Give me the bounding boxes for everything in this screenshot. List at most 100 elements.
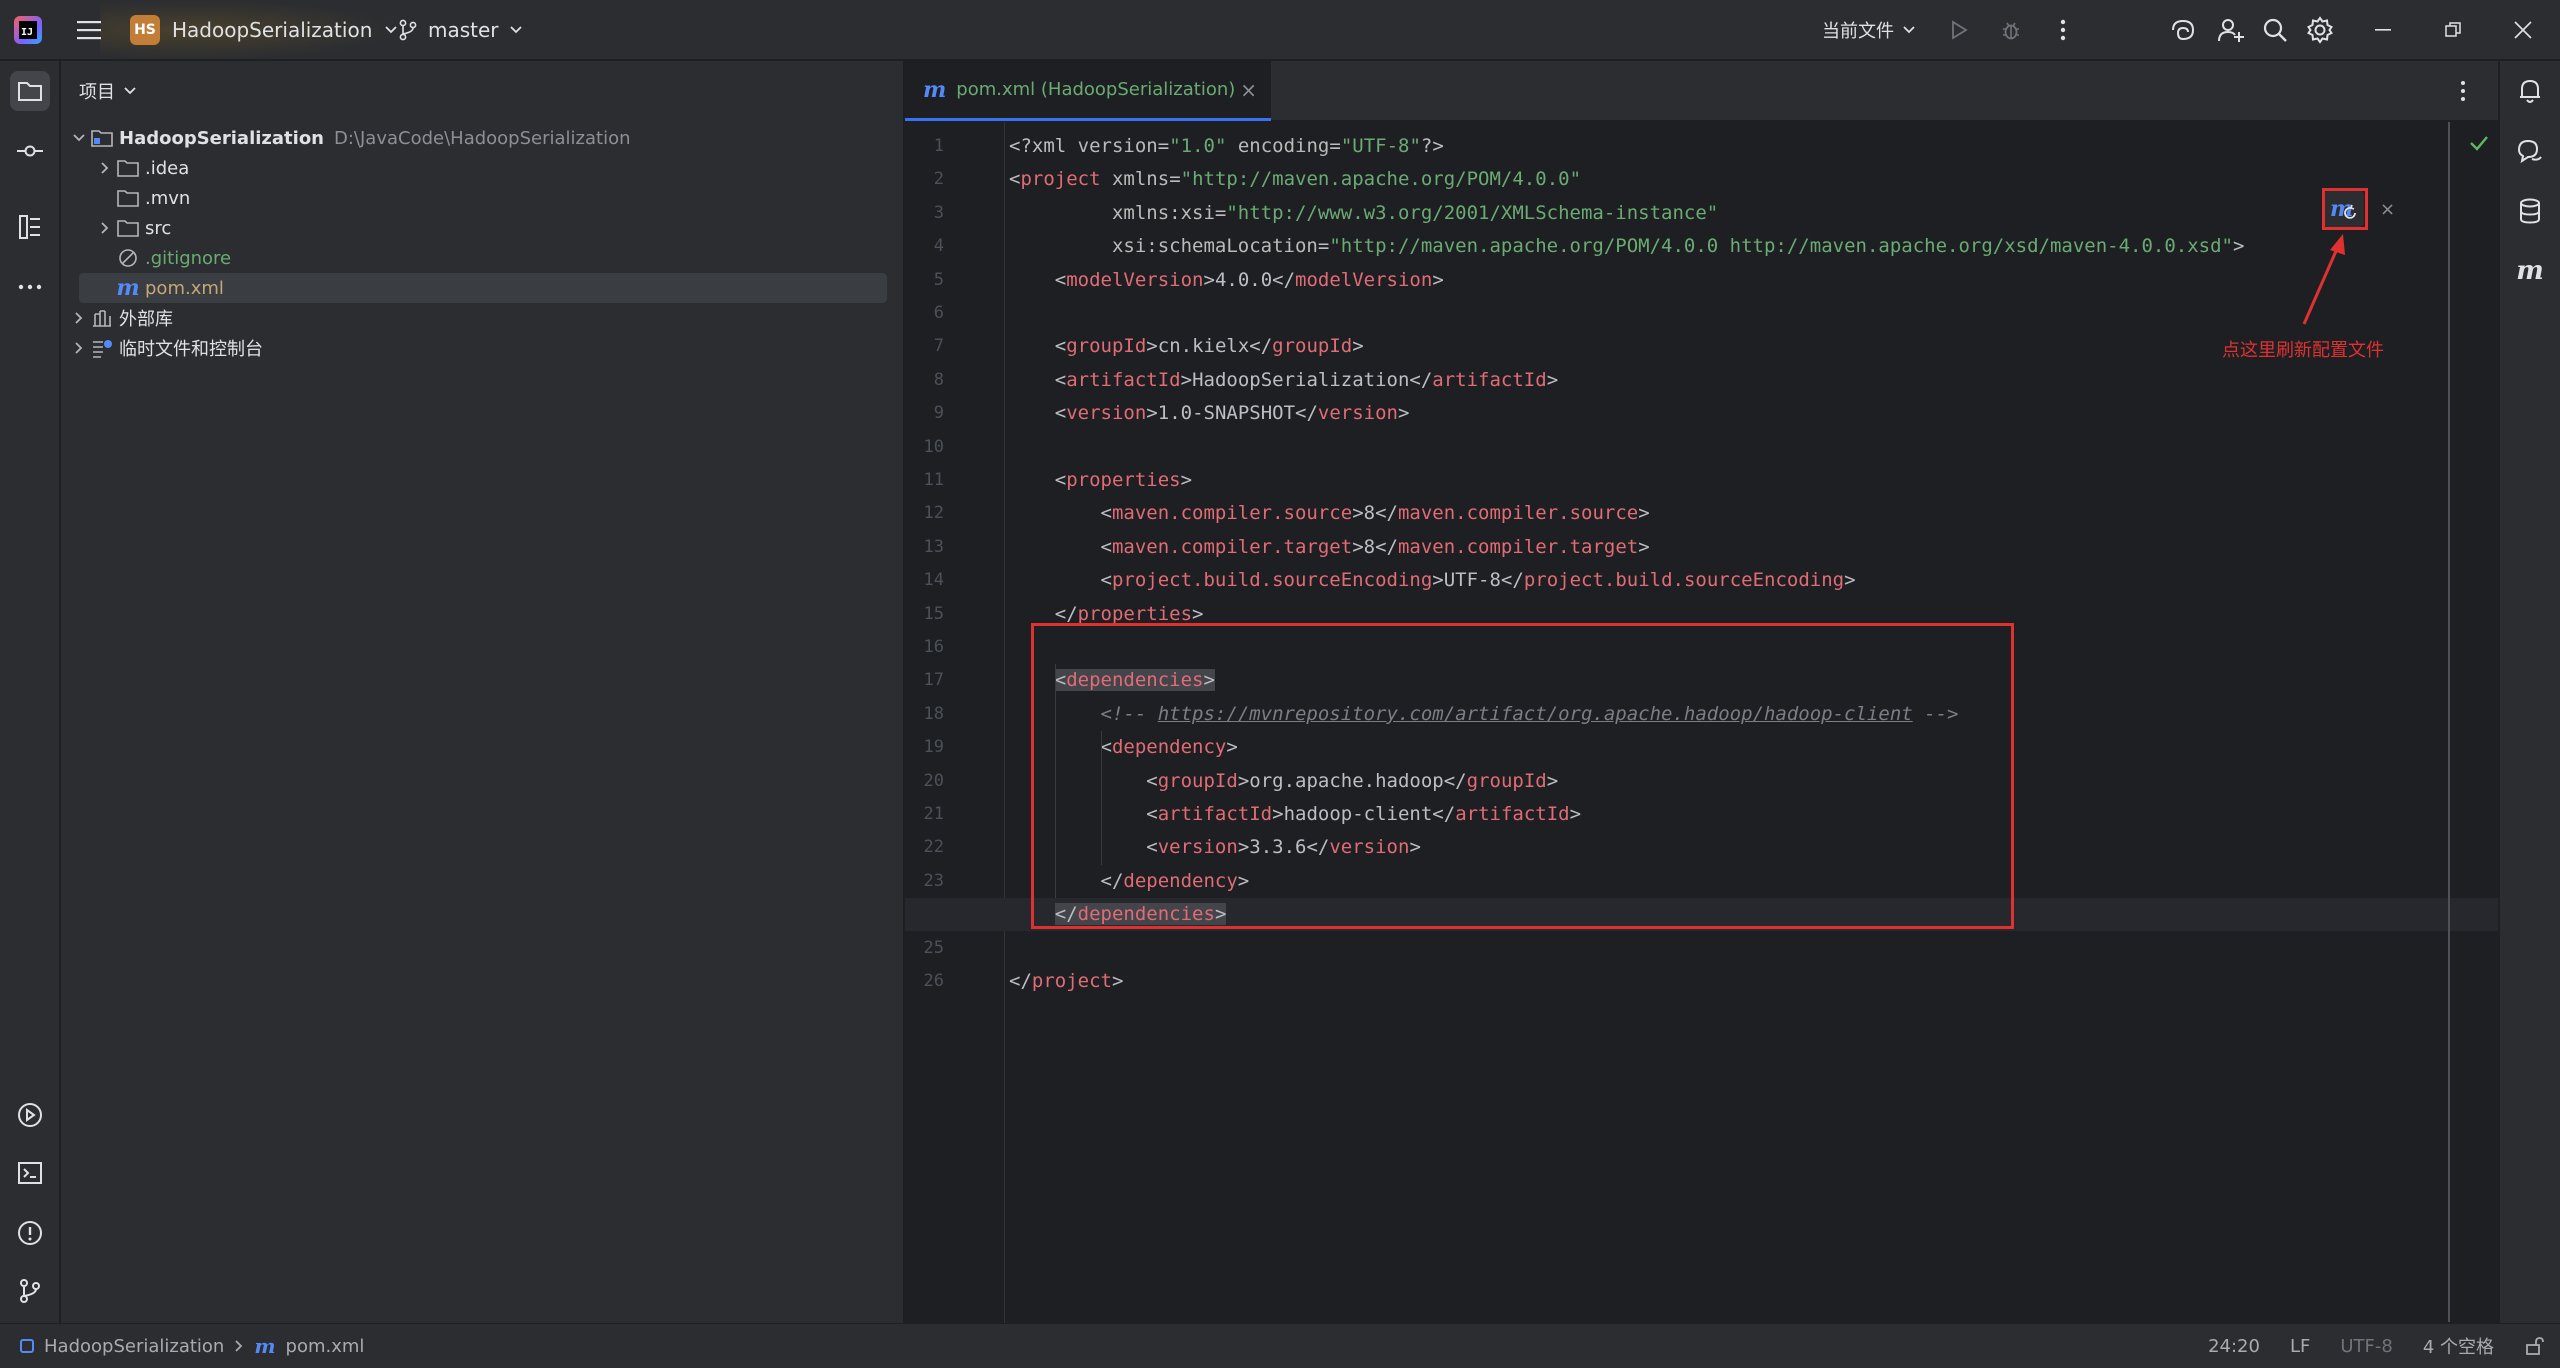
tree-scratches[interactable]: 临时文件和控制台: [69, 333, 263, 363]
no-problems-indicator[interactable]: [2469, 135, 2489, 156]
terminal-tool-button[interactable]: [10, 1153, 50, 1193]
code-line[interactable]: xsi:schemaLocation="http://maven.apache.…: [1009, 230, 2245, 263]
problems-tool-button[interactable]: [10, 1213, 50, 1253]
add-user-button[interactable]: [2216, 15, 2246, 45]
commit-tool-button[interactable]: [10, 131, 50, 171]
tree-item-gitignore[interactable]: .gitignore: [95, 243, 231, 273]
debug-icon: [2003, 22, 2019, 40]
close-icon[interactable]: ×: [2380, 199, 2395, 220]
code-line[interactable]: <version>1.0-SNAPSHOT</version>: [1009, 397, 1410, 430]
chevron-down-icon: [509, 26, 522, 34]
intellij-logo-icon: IJ: [14, 16, 42, 44]
close-icon[interactable]: ×: [1240, 78, 1257, 102]
code-line[interactable]: <modelVersion>4.0.0</modelVersion>: [1009, 264, 1444, 297]
line-number[interactable]: 11: [904, 470, 944, 490]
tree-item-idea[interactable]: .idea: [95, 153, 189, 183]
notifications-button[interactable]: [2510, 71, 2550, 111]
git-tool-button[interactable]: [10, 1271, 50, 1311]
line-number[interactable]: 5: [904, 270, 944, 290]
code-line[interactable]: <maven.compiler.source>8</maven.compiler…: [1009, 497, 1650, 530]
chevron-right-icon[interactable]: [95, 221, 115, 235]
line-number[interactable]: 7: [904, 336, 944, 356]
more-actions-button[interactable]: [2048, 15, 2078, 45]
file-encoding[interactable]: UTF-8: [2340, 1336, 2392, 1357]
code-line[interactable]: <groupId>cn.kielx</groupId>: [1009, 330, 1364, 363]
ai-assistant-button[interactable]: [2168, 15, 2198, 45]
tree-item-pom[interactable]: m pom.xml: [79, 273, 887, 303]
run-config-selector[interactable]: 当前文件: [1822, 0, 1916, 60]
line-number[interactable]: 17: [904, 670, 944, 690]
chevron-down-icon[interactable]: [69, 133, 89, 143]
line-number[interactable]: 1: [904, 136, 944, 156]
minimize-button[interactable]: [2368, 15, 2398, 45]
line-number[interactable]: 9: [904, 403, 944, 423]
line-number[interactable]: 2: [904, 169, 944, 189]
code-line[interactable]: <?xml version="1.0" encoding="UTF-8"?>: [1009, 130, 1444, 163]
indent-setting[interactable]: 4 个空格: [2423, 1333, 2494, 1359]
logo-letters: IJ: [19, 21, 37, 39]
line-number[interactable]: 14: [904, 570, 944, 590]
database-button[interactable]: [2510, 191, 2550, 231]
line-number[interactable]: 21: [904, 804, 944, 824]
code-line[interactable]: xmlns:xsi="http://www.w3.org/2001/XMLSch…: [1009, 197, 1718, 230]
main-menu-button[interactable]: [74, 0, 104, 60]
project-panel-header[interactable]: 项目: [61, 61, 903, 121]
line-number[interactable]: 15: [904, 604, 944, 624]
breadcrumb-file[interactable]: pom.xml: [286, 1336, 365, 1357]
status-widgets: 24:20 LF UTF-8 4 个空格: [2208, 1333, 2544, 1359]
chevron-right-icon[interactable]: [95, 161, 115, 175]
maven-tool-button[interactable]: m: [2510, 251, 2550, 291]
code-line[interactable]: <project xmlns="http://maven.apache.org/…: [1009, 163, 1581, 196]
code-line[interactable]: </project>: [1009, 965, 1123, 998]
close-window-button[interactable]: [2508, 15, 2538, 45]
chevron-right-icon[interactable]: [69, 341, 89, 355]
code-line[interactable]: <properties>: [1009, 464, 1192, 497]
tree-item-src[interactable]: src: [95, 213, 171, 243]
run-button[interactable]: [1944, 15, 1974, 45]
breadcrumb-project[interactable]: HadoopSerialization: [44, 1336, 224, 1357]
line-number[interactable]: 18: [904, 704, 944, 724]
tree-item-mvn[interactable]: .mvn: [95, 183, 190, 213]
code-line[interactable]: <project.build.sourceEncoding>UTF-8</pro…: [1009, 564, 1856, 597]
tab-pom-xml[interactable]: m pom.xml (HadoopSerialization) ×: [905, 61, 1271, 121]
line-number[interactable]: 22: [904, 837, 944, 857]
line-number[interactable]: 13: [904, 537, 944, 557]
chevron-down-icon: [124, 87, 136, 95]
code-line[interactable]: <maven.compiler.target>8</maven.compiler…: [1009, 531, 1650, 564]
unlock-icon[interactable]: [2524, 1336, 2544, 1356]
chevron-right-icon[interactable]: [69, 311, 89, 325]
line-number[interactable]: 16: [904, 637, 944, 657]
tree-external-libraries[interactable]: 外部库: [69, 303, 173, 333]
line-number[interactable]: 8: [904, 370, 944, 390]
line-number[interactable]: 6: [904, 303, 944, 323]
editor-scroll-edge: [2448, 122, 2450, 1322]
line-number[interactable]: 19: [904, 737, 944, 757]
line-number[interactable]: 20: [904, 771, 944, 791]
settings-button[interactable]: [2305, 15, 2335, 45]
branch-selector[interactable]: master: [398, 0, 523, 60]
tab-options-button[interactable]: [2448, 76, 2478, 106]
line-number[interactable]: 10: [904, 437, 944, 457]
line-number[interactable]: 25: [904, 938, 944, 958]
maven-file-icon: m: [923, 76, 947, 103]
restore-button[interactable]: [2438, 15, 2468, 45]
search-button[interactable]: [2260, 15, 2290, 45]
tree-root-project[interactable]: HadoopSerialization D:\JavaCode\HadoopSe…: [69, 123, 631, 153]
caret-position[interactable]: 24:20: [2208, 1336, 2260, 1357]
folder-icon: [115, 157, 141, 179]
tree-item-label: 外部库: [119, 309, 173, 330]
ai-chat-button[interactable]: [2510, 131, 2550, 171]
line-number[interactable]: 26: [904, 971, 944, 991]
line-number[interactable]: 12: [904, 503, 944, 523]
line-number[interactable]: 23: [904, 871, 944, 891]
run-tool-button[interactable]: [10, 1095, 50, 1135]
more-tools-button[interactable]: [10, 267, 50, 307]
project-selector[interactable]: HS HadoopSerialization: [130, 0, 398, 60]
project-tool-button[interactable]: [10, 71, 50, 111]
line-number[interactable]: 4: [904, 236, 944, 256]
debug-button[interactable]: [1996, 15, 2026, 45]
line-number[interactable]: 3: [904, 203, 944, 223]
code-line[interactable]: <artifactId>HadoopSerialization</artifac…: [1009, 364, 1558, 397]
structure-tool-button[interactable]: [10, 207, 50, 247]
line-separator[interactable]: LF: [2290, 1336, 2310, 1357]
